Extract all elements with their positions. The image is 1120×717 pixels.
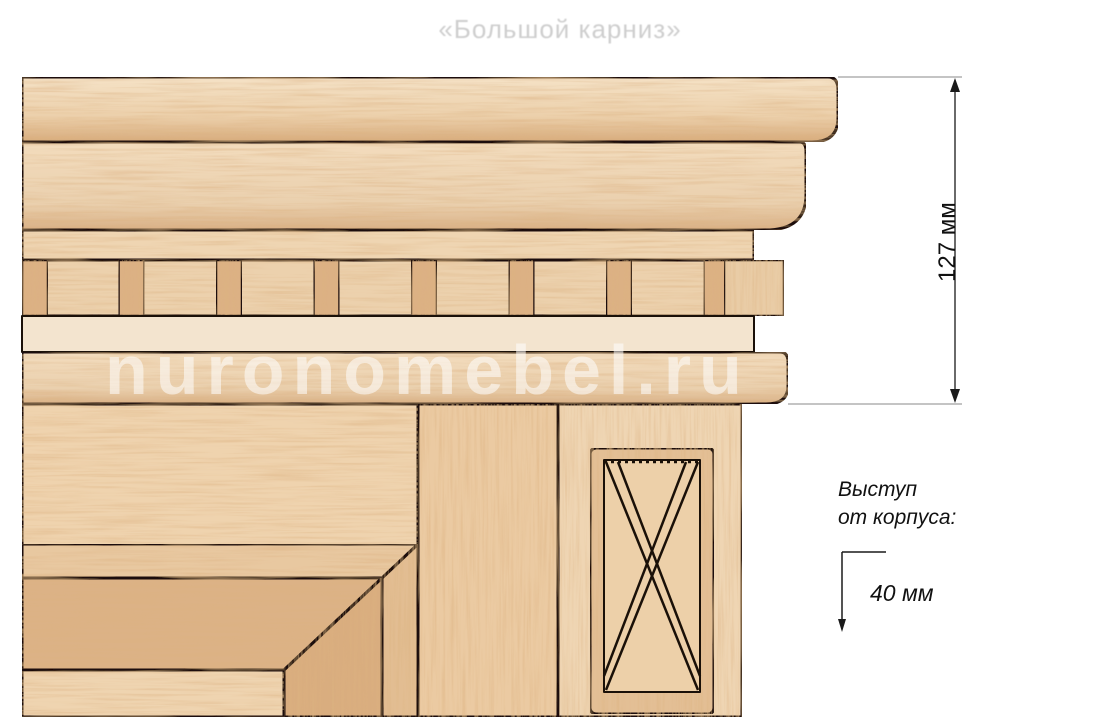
dentil-block — [312, 258, 341, 318]
dentil-end-block — [722, 258, 786, 318]
watermark-text: nuronomebel.ru — [105, 331, 750, 409]
projection-label-line2: от корпуса: — [838, 506, 957, 529]
fillet-strip — [20, 228, 756, 262]
crown-top-board — [20, 75, 840, 144]
door-center-panel — [20, 668, 286, 717]
door-frame-top — [20, 542, 420, 580]
projection-label-line1: Выступ — [838, 478, 918, 501]
height-dimension-label: 127 мм — [934, 202, 961, 282]
dentil-block — [117, 258, 146, 318]
projection-value: 40 мм — [870, 580, 934, 606]
dentil-block — [214, 258, 244, 318]
dentil-block — [409, 258, 439, 318]
cabinet-pilaster — [416, 402, 560, 717]
diagram-title: «Большой карниз» — [438, 14, 682, 44]
crown-middle-board — [20, 140, 808, 232]
dentil-block — [604, 258, 634, 318]
dentil-block — [20, 258, 50, 318]
dentil-block — [507, 258, 536, 318]
